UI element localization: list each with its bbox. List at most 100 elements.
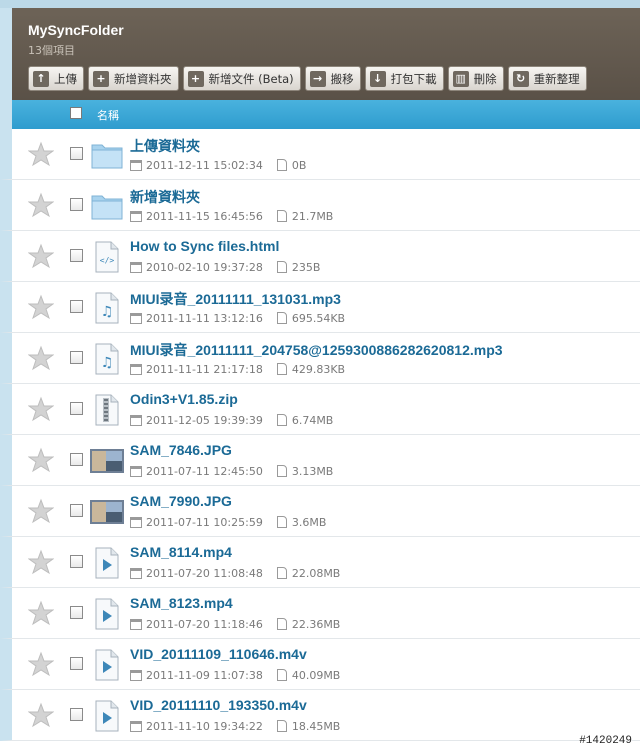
file-size-icon [276, 465, 287, 477]
star-icon[interactable] [27, 243, 55, 269]
toolbar-button-download-zip[interactable]: ↓ 打包下載 [364, 66, 444, 91]
row-checkbox[interactable] [70, 402, 83, 415]
file-row[interactable]: 上傳資料夾 2011-12-11 15:02:34 0B [0, 129, 640, 180]
select-all-checkbox[interactable] [70, 107, 82, 119]
file-name-link[interactable]: Odin3+V1.85.zip [130, 391, 238, 407]
star-icon[interactable] [27, 141, 55, 167]
row-checkbox[interactable] [70, 351, 83, 364]
toolbar-button-new-folder[interactable]: + 新增資料夾 [88, 66, 179, 91]
file-name-link[interactable]: SAM_8114.mp4 [130, 544, 232, 560]
row-checkbox[interactable] [70, 504, 83, 517]
file-row[interactable]: 新增資料夾 2011-11-15 16:45:56 21.7MB [0, 180, 640, 231]
row-checkbox[interactable] [70, 147, 83, 160]
top-strip [0, 0, 640, 8]
file-size-icon [276, 414, 287, 426]
file-name-link[interactable]: How to Sync files.html [130, 238, 279, 254]
name-column-header[interactable]: 名稱 [97, 107, 119, 123]
file-row[interactable]: Odin3+V1.85.zip 2011-12-05 19:39:39 6.74MB [0, 384, 640, 435]
file-size: 22.36MB [291, 617, 341, 631]
star-icon[interactable] [27, 447, 55, 473]
file-name-link[interactable]: MIUI录音_20111111_204758@12593008862826208… [130, 340, 503, 360]
file-row[interactable]: </> How to Sync files.html 2010-02-10 19:3… [0, 231, 640, 282]
file-name-link[interactable]: MIUI录音_20111111_131031.mp3 [130, 289, 341, 309]
file-row[interactable]: SAM_7846.JPG 2011-07-11 12:45:50 3.13MB [0, 435, 640, 486]
file-row[interactable]: ♫ MIUI录音_20111111_204758@1259300886282620… [0, 333, 640, 384]
toolbar-button-label: 刪除 [473, 71, 497, 86]
file-size-icon [276, 720, 287, 732]
row-checkbox[interactable] [70, 708, 83, 721]
row-checkbox[interactable] [70, 300, 83, 313]
file-row[interactable]: SAM_7990.JPG 2011-07-11 10:25:59 3.6MB [0, 486, 640, 537]
file-size-icon [276, 159, 287, 171]
star-icon[interactable] [27, 498, 55, 524]
file-size: 22.08MB [291, 566, 341, 580]
video-file-icon [90, 700, 124, 732]
file-name-link[interactable]: SAM_8123.mp4 [130, 595, 233, 611]
file-meta: 2011-11-09 11:07:38 40.09MB [130, 668, 340, 682]
file-row[interactable]: SAM_8123.mp4 2011-07-20 11:18:46 22.36MB [0, 588, 640, 639]
file-size: 3.13MB [291, 464, 334, 478]
file-size: 429.83KB [291, 362, 346, 376]
star-icon[interactable] [27, 396, 55, 422]
file-row[interactable]: VID_20111109_110646.m4v 2011-11-09 11:07:… [0, 639, 640, 690]
folder-icon [90, 190, 124, 222]
file-name-link[interactable]: 上傳資料夾 [130, 136, 200, 156]
file-meta: 2011-07-20 11:08:48 22.08MB [130, 566, 340, 580]
toolbar-button-move[interactable]: → 搬移 [304, 66, 361, 91]
star-icon[interactable] [27, 294, 55, 320]
file-size: 695.54KB [291, 311, 346, 325]
file-row[interactable]: VID_20111110_193350.m4v 2011-11-10 19:34:… [0, 690, 640, 741]
row-checkbox[interactable] [70, 657, 83, 670]
toolbar-button-label: 打包下載 [390, 71, 437, 86]
file-meta: 2011-12-05 19:39:39 6.74MB [130, 413, 333, 427]
file-row[interactable]: ♫ MIUI录音_20111111_131031.mp3 2011-11-11 13… [0, 282, 640, 333]
refresh-icon: ↻ [512, 70, 529, 87]
row-checkbox[interactable] [70, 453, 83, 466]
toolbar-button-label: 上傳 [54, 71, 77, 86]
row-checkbox[interactable] [70, 249, 83, 262]
file-name-link[interactable]: SAM_7846.JPG [130, 442, 232, 458]
file-name-link[interactable]: 新增資料夾 [130, 187, 200, 207]
file-size-icon [276, 312, 287, 324]
star-icon[interactable] [27, 702, 55, 728]
toolbar-button-trash[interactable]: ▥ 刪除 [447, 66, 504, 91]
html-file-icon: </> [90, 241, 124, 273]
file-meta: 2011-12-11 15:02:34 0B [130, 158, 306, 172]
star-icon[interactable] [27, 192, 55, 218]
toolbar-button-refresh[interactable]: ↻ 重新整理 [507, 66, 587, 91]
audio-file-icon: ♫ [90, 343, 124, 375]
file-size: 0B [291, 158, 307, 172]
file-size-icon [276, 363, 287, 375]
modified-date: 2011-07-20 11:18:46 [146, 617, 263, 631]
star-icon[interactable] [27, 549, 55, 575]
file-name-link[interactable]: VID_20111110_193350.m4v [130, 697, 307, 713]
file-meta: 2011-07-11 12:45:50 3.13MB [130, 464, 333, 478]
video-file-icon [90, 598, 124, 630]
modified-date: 2011-07-11 12:45:50 [146, 464, 263, 478]
file-row[interactable]: SAM_8114.mp4 2011-07-20 11:08:48 22.08MB [0, 537, 640, 588]
calendar-icon [130, 210, 142, 222]
calendar-icon [130, 465, 142, 477]
star-icon[interactable] [27, 345, 55, 371]
upload-icon: ↑ [33, 70, 49, 87]
image-thumbnail-icon [90, 496, 124, 528]
file-meta: 2011-11-11 13:12:16 695.54KB [130, 311, 345, 325]
row-checkbox[interactable] [70, 555, 83, 568]
move-icon: → [309, 70, 326, 87]
modified-date: 2011-11-10 19:34:22 [146, 719, 263, 733]
toolbar-button-upload[interactable]: ↑ 上傳 [28, 66, 84, 91]
calendar-icon [130, 414, 142, 426]
video-file-icon [90, 547, 124, 579]
file-name-link[interactable]: VID_20111109_110646.m4v [130, 646, 307, 662]
star-icon[interactable] [27, 651, 55, 677]
toolbar-button-new-document[interactable]: + 新增文件 (Beta) [182, 66, 301, 91]
star-icon[interactable] [27, 600, 55, 626]
row-checkbox[interactable] [70, 606, 83, 619]
file-name-link[interactable]: SAM_7990.JPG [130, 493, 232, 509]
file-size: 3.6MB [291, 515, 327, 529]
row-checkbox[interactable] [70, 198, 83, 211]
file-size-icon [276, 210, 287, 222]
item-count: 13個項目 [28, 44, 75, 57]
folder-title: MySyncFolder [28, 22, 124, 38]
image-thumbnail-icon [90, 445, 124, 477]
